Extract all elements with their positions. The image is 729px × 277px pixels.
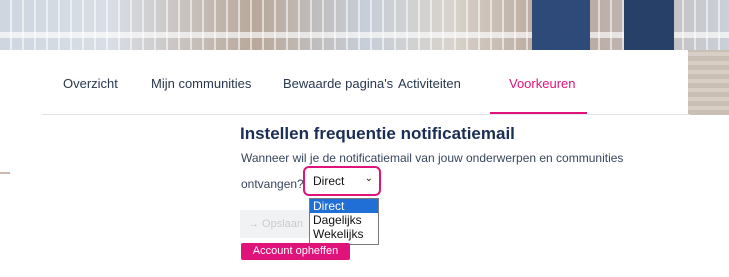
frequency-option-wekelijks[interactable]: Wekelijks [310,227,378,241]
section-description: Wanneer wil je de notificatiemail van jo… [241,151,624,165]
frequency-option-dagelijks[interactable]: Dagelijks [310,213,378,227]
profile-tabs: Overzicht Mijn communities Bewaarde pagi… [42,50,690,115]
tab-activiteiten[interactable]: Activiteiten [398,76,461,91]
frequency-dropdown-list: Direct Dagelijks Wekelijks [309,198,379,245]
tab-bewaarde-paginas[interactable]: Bewaarde pagina's [283,76,393,91]
hero-railing [0,32,729,38]
frequency-select[interactable]: Direct ⌄ [303,166,381,196]
tab-mijn-communities[interactable]: Mijn communities [151,76,251,91]
section-description-continued: ontvangen? [241,177,304,191]
hero-background-image [0,0,729,50]
section-title: Instellen frequentie notificatiemail [240,124,515,143]
hero-person-figure [624,0,674,50]
tab-overzicht[interactable]: Overzicht [63,76,118,91]
chevron-down-icon: ⌄ [364,173,373,184]
save-button[interactable]: → Opslaan [240,210,309,238]
delete-account-button[interactable]: Account opheffen [241,243,350,260]
tab-voorkeuren[interactable]: Voorkeuren [509,76,576,91]
active-tab-indicator [490,112,587,114]
hero-person-figure [532,0,590,50]
frequency-option-direct[interactable]: Direct [310,199,378,213]
background-brick-wall [687,50,729,115]
